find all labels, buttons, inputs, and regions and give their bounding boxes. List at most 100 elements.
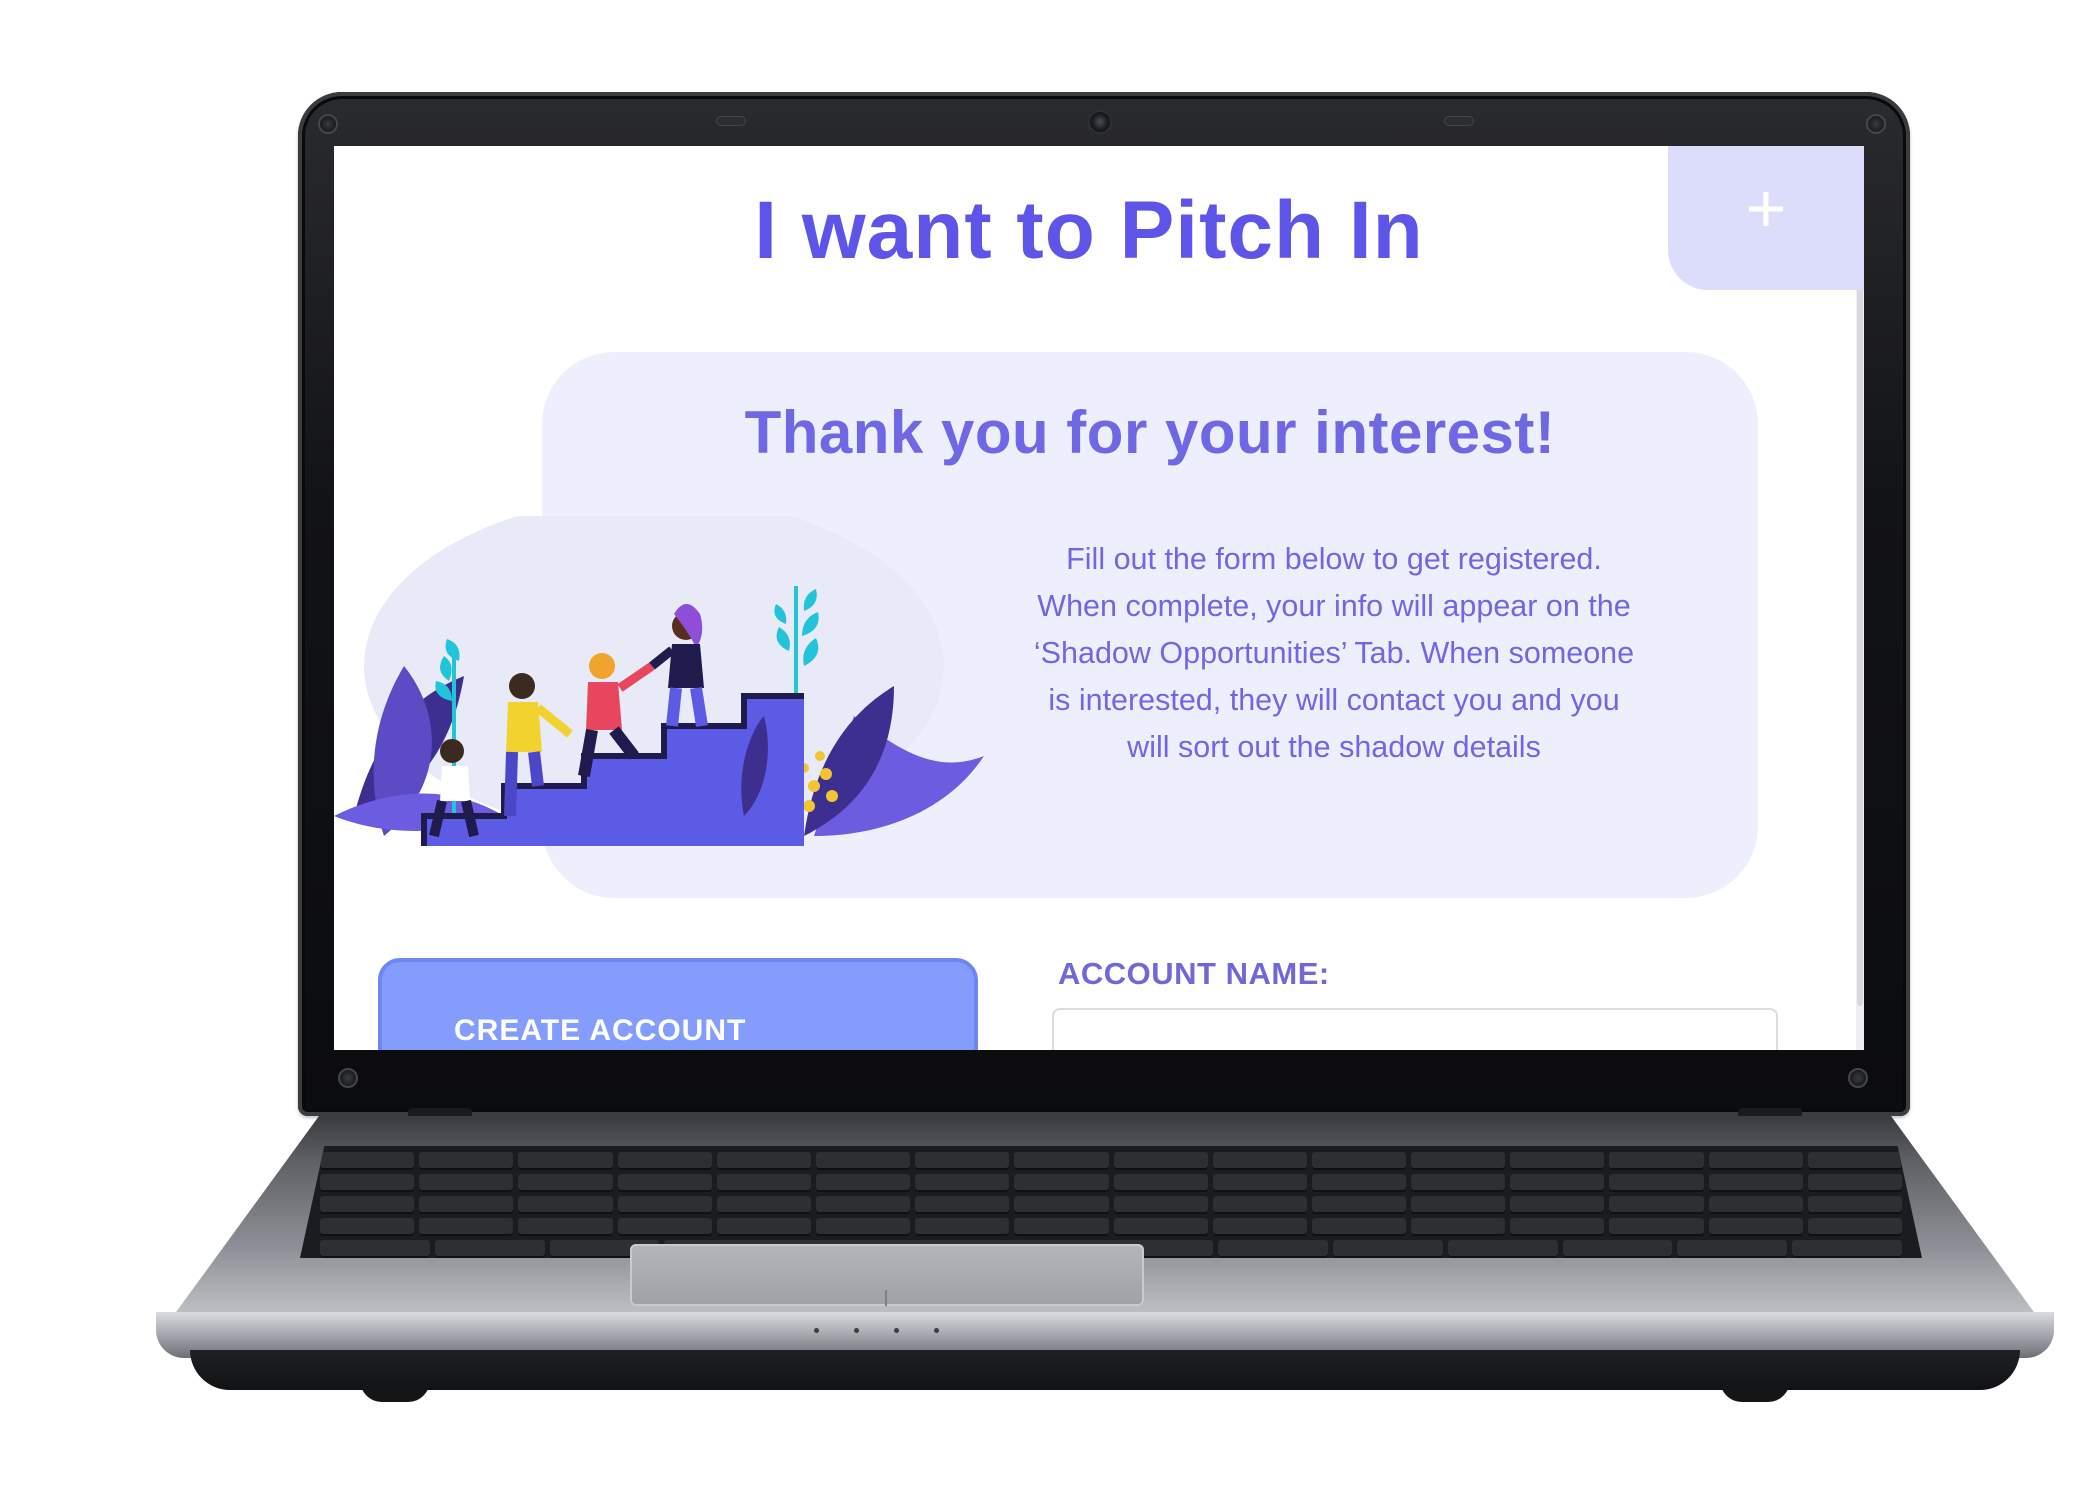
keyboard-key xyxy=(815,1218,911,1236)
keyboard-key xyxy=(1510,1196,1605,1214)
card-description-line: will sort out the shadow details xyxy=(1127,730,1541,764)
card-description-line: ‘Shadow Opportunities’ Tab. When someone xyxy=(1033,636,1635,670)
keyboard-key xyxy=(1113,1196,1208,1214)
keyboard-key xyxy=(1333,1240,1443,1258)
keyboard-key xyxy=(320,1174,415,1192)
keyboard xyxy=(300,1146,1922,1258)
keyboard-key xyxy=(1792,1240,1902,1258)
keyboard-key xyxy=(815,1152,911,1170)
keyboard-key xyxy=(419,1174,514,1192)
keyboard-row xyxy=(300,1196,1922,1214)
keyboard-key xyxy=(617,1174,712,1192)
keyboard-key xyxy=(1807,1152,1902,1170)
card-description-line: When complete, your info will appear on … xyxy=(1037,589,1631,623)
keyboard-key xyxy=(419,1196,514,1214)
laptop-foot xyxy=(360,1380,430,1402)
keyboard-key xyxy=(1447,1240,1558,1258)
card-description: Fill out the form below to get registere… xyxy=(914,536,1754,771)
keyboard-key xyxy=(716,1196,811,1214)
status-led xyxy=(854,1328,859,1333)
keyboard-key xyxy=(1510,1174,1605,1192)
keyboard-key xyxy=(419,1152,514,1170)
keyboard-key xyxy=(617,1218,712,1236)
bezel-microphone-left xyxy=(716,116,746,126)
keyboard-key xyxy=(815,1196,911,1214)
keyboard-key xyxy=(1113,1174,1208,1192)
keyboard-key xyxy=(617,1196,712,1214)
status-led xyxy=(934,1328,939,1333)
keyboard-key xyxy=(815,1174,911,1192)
keyboard-key xyxy=(716,1218,811,1236)
keyboard-key xyxy=(320,1218,415,1236)
keyboard-key xyxy=(915,1218,1010,1236)
keyboard-key xyxy=(1807,1218,1902,1236)
keyboard-key xyxy=(1113,1218,1208,1236)
keyboard-key xyxy=(1807,1174,1902,1192)
bezel-screw-bottom-right xyxy=(1848,1068,1868,1088)
keyboard-key xyxy=(434,1240,545,1258)
account-name-input[interactable] xyxy=(1052,1008,1778,1050)
touchpad-button-divider xyxy=(885,1290,887,1306)
keyboard-key xyxy=(1510,1218,1605,1236)
keyboard-key xyxy=(617,1152,712,1170)
bezel-screw-top-left xyxy=(318,114,338,134)
keyboard-row xyxy=(300,1218,1922,1236)
keyboard-key xyxy=(1708,1152,1803,1170)
keyboard-key xyxy=(716,1152,811,1170)
keyboard-key xyxy=(1212,1218,1307,1236)
screen: I want to Pitch In + Thank you for your … xyxy=(334,146,1864,1050)
keyboard-key xyxy=(1411,1152,1506,1170)
keyboard-key xyxy=(518,1196,613,1214)
keyboard-key xyxy=(320,1152,415,1170)
keyboard-key xyxy=(1212,1174,1307,1192)
keyboard-key xyxy=(1708,1174,1803,1192)
keyboard-key xyxy=(1411,1174,1506,1192)
keyboard-key xyxy=(1609,1218,1704,1236)
keyboard-key xyxy=(1311,1196,1407,1214)
card-heading: Thank you for your interest! xyxy=(744,399,1556,466)
keyboard-key xyxy=(1212,1152,1307,1170)
keyboard-key xyxy=(1562,1240,1673,1258)
card-description-line: Fill out the form below to get registere… xyxy=(1066,542,1602,576)
add-button[interactable]: + xyxy=(1668,146,1864,290)
create-account-button[interactable]: CREATE ACCOUNT xyxy=(378,958,978,1050)
page-title: I want to Pitch In xyxy=(754,185,1424,276)
bezel-microphone-right xyxy=(1444,116,1474,126)
status-led xyxy=(894,1328,899,1333)
webcam-icon xyxy=(1088,110,1112,134)
keyboard-key xyxy=(1807,1196,1902,1214)
keyboard-row xyxy=(300,1152,1922,1170)
keyboard-key xyxy=(915,1196,1010,1214)
keyboard-key xyxy=(1014,1196,1109,1214)
keyboard-key xyxy=(419,1218,514,1236)
laptop-foot xyxy=(1720,1380,1790,1402)
keyboard-key xyxy=(716,1174,811,1192)
keyboard-key xyxy=(1113,1152,1208,1170)
keyboard-key xyxy=(518,1174,613,1192)
keyboard-key xyxy=(1311,1152,1407,1170)
keyboard-key xyxy=(1609,1196,1704,1214)
status-led xyxy=(814,1328,819,1333)
plus-icon: + xyxy=(1745,169,1787,247)
keyboard-key xyxy=(1014,1218,1109,1236)
keyboard-key xyxy=(518,1218,613,1236)
keyboard-key xyxy=(1311,1174,1407,1192)
laptop-mockup: I want to Pitch In + Thank you for your … xyxy=(0,0,2100,1500)
bezel-screw-top-right xyxy=(1866,114,1886,134)
keyboard-key xyxy=(1218,1240,1329,1258)
keyboard-key xyxy=(1014,1174,1109,1192)
account-name-label: ACCOUNT NAME: xyxy=(1058,956,1330,991)
keyboard-key xyxy=(915,1174,1010,1192)
keyboard-key xyxy=(1609,1174,1704,1192)
keyboard-key xyxy=(518,1152,613,1170)
keyboard-key xyxy=(1510,1152,1605,1170)
keyboard-key xyxy=(1609,1152,1704,1170)
keyboard-key xyxy=(1311,1218,1407,1236)
people-climbing-stairs-illustration xyxy=(334,516,984,846)
keyboard-key xyxy=(1708,1218,1803,1236)
keyboard-key xyxy=(1411,1218,1506,1236)
keyboard-key xyxy=(320,1196,415,1214)
keyboard-key xyxy=(915,1152,1010,1170)
keyboard-key xyxy=(1411,1196,1506,1214)
keyboard-key xyxy=(1677,1240,1788,1258)
